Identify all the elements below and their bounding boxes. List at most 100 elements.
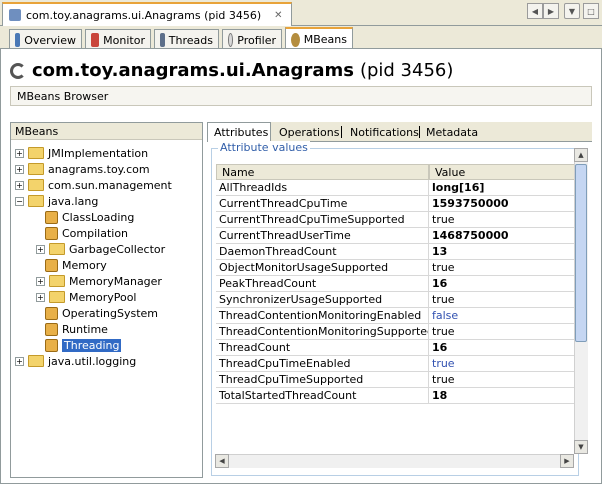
expand-icon[interactable]: + xyxy=(15,148,24,158)
attribute-name-cell[interactable]: CurrentThreadCpuTime xyxy=(216,196,429,212)
horizontal-scrollbar[interactable] xyxy=(215,454,574,468)
tree-node-jmimplementation[interactable]: + JMImplementation xyxy=(15,145,148,161)
attribute-value-cell[interactable]: true xyxy=(429,260,578,276)
attribute-name-cell[interactable]: ThreadCpuTimeEnabled xyxy=(216,356,429,372)
tab-profiler-label: Profiler xyxy=(237,33,276,47)
expand-icon[interactable]: + xyxy=(15,356,24,366)
restore-window-button[interactable]: □ xyxy=(583,3,599,19)
scroll-tabs-right-button[interactable]: ▶ xyxy=(543,3,559,19)
attribute-value-cell[interactable]: long[16] xyxy=(429,180,578,196)
attribute-name-cell[interactable]: CurrentThreadUserTime xyxy=(216,228,429,244)
expand-icon[interactable]: + xyxy=(36,244,45,254)
mbean-icon xyxy=(45,210,58,224)
document-tab-title: com.toy.anagrams.ui.Anagrams (pid 3456) xyxy=(26,8,262,22)
tree-node-threading[interactable]: Threading xyxy=(41,337,122,353)
tree-node-label: ClassLoading xyxy=(62,210,135,224)
collapse-icon[interactable]: − xyxy=(15,196,24,206)
tab-threads[interactable]: Threads xyxy=(154,29,219,50)
tree-node-java-util-logging[interactable]: + java.util.logging xyxy=(15,353,136,369)
tab-overview[interactable]: Overview xyxy=(9,29,82,50)
tree-node-label: OperatingSystem xyxy=(62,306,159,320)
attribute-value-cell[interactable]: 18 xyxy=(429,388,578,404)
attribute-name-cell[interactable]: DaemonThreadCount xyxy=(216,244,429,260)
tab-notifications[interactable]: Notifications xyxy=(344,122,425,142)
scroll-up-button[interactable]: ▲ xyxy=(574,148,588,162)
attribute-name-cell[interactable]: PeakThreadCount xyxy=(216,276,429,292)
attribute-name-cell[interactable]: TotalStartedThreadCount xyxy=(216,388,429,404)
expand-icon[interactable]: + xyxy=(15,180,24,190)
tree-node-label: JMImplementation xyxy=(48,146,149,160)
tab-attributes[interactable]: Attributes xyxy=(207,122,271,142)
tab-profiler[interactable]: Profiler xyxy=(222,29,282,50)
tree-node-com-sun-management[interactable]: + com.sun.management xyxy=(15,177,172,193)
attribute-value-cell[interactable]: true xyxy=(429,212,578,228)
tab-metadata[interactable]: Metadata xyxy=(420,122,484,142)
tab-monitor[interactable]: Monitor xyxy=(85,29,151,50)
tree-node-label: MemoryPool xyxy=(69,290,137,304)
folder-icon xyxy=(28,163,44,175)
column-header-name[interactable]: Name xyxy=(216,164,429,180)
page-title: com.toy.anagrams.ui.Anagrams (pid 3456) xyxy=(10,60,453,81)
expand-icon[interactable]: + xyxy=(36,292,45,302)
document-tab[interactable]: com.toy.anagrams.ui.Anagrams (pid 3456) … xyxy=(2,2,292,26)
folder-icon xyxy=(28,147,44,159)
mbeans-tree-panel: MBeans + JMImplementation + anagrams.toy… xyxy=(10,122,203,478)
expand-icon[interactable]: + xyxy=(15,164,24,174)
loading-spinner-icon xyxy=(10,62,26,79)
attribute-name-cell[interactable]: SynchronizerUsageSupported xyxy=(216,292,429,308)
tree-node-runtime[interactable]: Runtime xyxy=(41,321,108,337)
attribute-name-cell[interactable]: ThreadCpuTimeSupported xyxy=(216,372,429,388)
vertical-scrollbar-thumb[interactable] xyxy=(575,164,587,342)
tree-node-label: GarbageCollector xyxy=(69,242,166,256)
column-header-value[interactable]: Value xyxy=(429,164,578,180)
tree-node-java-lang[interactable]: − java.lang xyxy=(15,193,98,209)
mbean-icon xyxy=(45,306,58,320)
attribute-value-cell[interactable]: true xyxy=(429,372,578,388)
tree-node-label: MemoryManager xyxy=(69,274,162,288)
attribute-name-cell[interactable]: ThreadContentionMonitoringSupported xyxy=(216,324,429,340)
show-opened-documents-button[interactable]: ▼ xyxy=(564,3,580,19)
attribute-value-cell[interactable]: 13 xyxy=(429,244,578,260)
tree-node-classloading[interactable]: ClassLoading xyxy=(41,209,134,225)
attribute-name-cell[interactable]: ThreadContentionMonitoringEnabled xyxy=(216,308,429,324)
tree-node-memory[interactable]: Memory xyxy=(41,257,107,273)
attribute-name-cell[interactable]: ObjectMonitorUsageSupported xyxy=(216,260,429,276)
application-icon xyxy=(9,9,21,21)
tab-operations[interactable]: Operations xyxy=(273,122,345,142)
scroll-tabs-left-button[interactable]: ◀ xyxy=(527,3,543,19)
tree-node-operatingsystem[interactable]: OperatingSystem xyxy=(41,305,158,321)
attribute-value-cell[interactable]: true xyxy=(429,292,578,308)
attribute-value-cell[interactable]: 16 xyxy=(429,276,578,292)
mbean-detail-panel: Attributes Operations Notifications Meta… xyxy=(207,122,592,478)
mbean-icon xyxy=(45,322,58,336)
attribute-value-cell[interactable]: true xyxy=(429,356,578,372)
tree-node-label: com.sun.management xyxy=(48,178,172,192)
tree-node-garbagecollector[interactable]: + GarbageCollector xyxy=(36,241,165,257)
view-tabs: Overview Monitor Threads Profiler MBeans xyxy=(0,27,602,50)
attribute-name-cell[interactable]: ThreadCount xyxy=(216,340,429,356)
attribute-value-cell[interactable]: 16 xyxy=(429,340,578,356)
tree-node-anagrams-toy-com[interactable]: + anagrams.toy.com xyxy=(15,161,150,177)
scroll-down-button[interactable]: ▼ xyxy=(574,440,588,454)
process-id: (pid 3456) xyxy=(359,60,454,81)
attribute-value-cell[interactable]: true xyxy=(429,324,578,340)
tree-node-memorymanager[interactable]: + MemoryManager xyxy=(36,273,162,289)
tab-monitor-label: Monitor xyxy=(103,33,145,47)
tree-node-label: Threading xyxy=(62,338,122,352)
attribute-value-cell[interactable]: 1593750000 xyxy=(429,196,578,212)
tree-node-compilation[interactable]: Compilation xyxy=(41,225,128,241)
attribute-value-cell[interactable]: false xyxy=(429,308,578,324)
scroll-right-button[interactable]: ▶ xyxy=(560,454,574,468)
mbean-icon xyxy=(45,226,58,240)
attribute-name-cell[interactable]: AllThreadIds xyxy=(216,180,429,196)
attribute-value-cell[interactable]: 1468750000 xyxy=(429,228,578,244)
tree-node-memorypool[interactable]: + MemoryPool xyxy=(36,289,137,305)
folder-icon xyxy=(49,243,65,255)
attribute-values-group: Attribute values Name Value AllThreadIds… xyxy=(211,141,579,476)
close-icon[interactable]: ✕ xyxy=(274,10,282,21)
attribute-name-cell[interactable]: CurrentThreadCpuTimeSupported xyxy=(216,212,429,228)
tab-mbeans[interactable]: MBeans xyxy=(285,27,353,50)
mbeans-icon xyxy=(291,32,300,47)
expand-icon[interactable]: + xyxy=(36,276,45,286)
scroll-left-button[interactable]: ◀ xyxy=(215,454,229,468)
